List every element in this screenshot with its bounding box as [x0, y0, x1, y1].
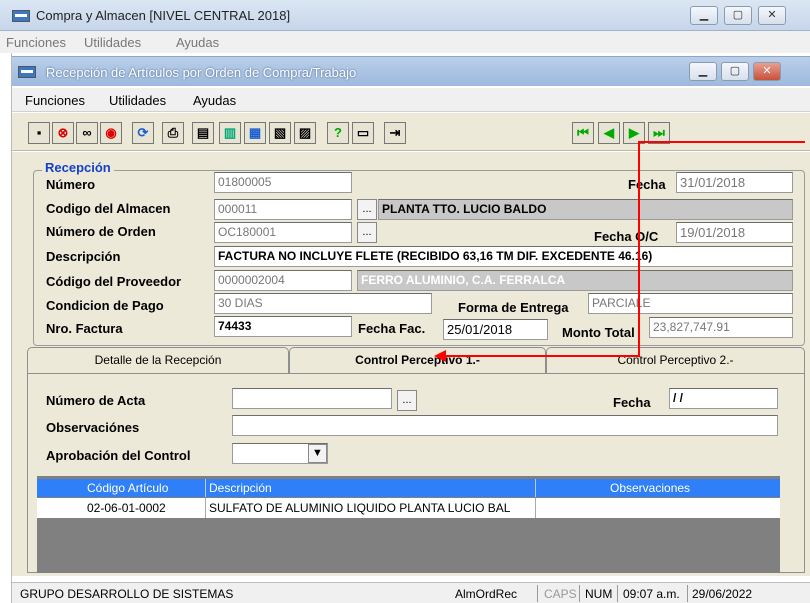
aprob-label: Aprobación del Control [46, 448, 191, 463]
fecha-fac-label: Fecha Fac. [358, 321, 426, 336]
menu-funciones[interactable]: Funciones [25, 93, 85, 108]
articles-grid: Código Artículo Descripción Observacione… [37, 476, 780, 573]
numero-label: Número [46, 177, 96, 192]
almacen-code-field[interactable]: 000011 [214, 199, 352, 220]
obs-field[interactable] [232, 415, 778, 436]
acta-field[interactable] [232, 388, 392, 409]
status-time: 09:07 a.m. [623, 587, 680, 601]
outer-title-bar: Compra y Almacen [NIVEL CENTRAL 2018] ▁ … [0, 0, 810, 31]
inner-menu-bar: Funciones Utilidades Ayudas [12, 88, 810, 112]
control-fecha-field[interactable]: / / [669, 388, 778, 409]
orden-lookup-button[interactable]: ... [357, 222, 377, 243]
control-fecha-label: Fecha [613, 395, 651, 410]
outer-menu-utilidades[interactable]: Utilidades [84, 35, 141, 50]
factura-field[interactable]: 74433 [214, 316, 352, 337]
status-bar: GRUPO DESARROLLO DE SISTEMAS AlmOrdRec C… [12, 582, 810, 603]
table-icon[interactable]: ▦ [244, 122, 266, 144]
outer-menu-ayudas[interactable]: Ayudas [176, 35, 219, 50]
factura-label: Nro. Factura [46, 321, 123, 336]
inner-minimize-button[interactable]: ▁ [689, 62, 717, 81]
row-codigo: 02-06-01-0002 [87, 501, 166, 515]
status-module: AlmOrdRec [455, 587, 518, 601]
menu-ayudas[interactable]: Ayudas [193, 93, 236, 108]
inner-title-bar: Recepción de Artículos por Orden de Comp… [12, 56, 810, 86]
almacen-label: Codigo del Almacen [46, 201, 171, 216]
tab-detalle[interactable]: Detalle de la Recepción [27, 347, 289, 374]
outer-menu-bar: Funciones Utilidades Ayudas [0, 31, 810, 53]
annotation-arrow [434, 141, 805, 362]
save-icon[interactable]: ▪ [28, 122, 50, 144]
status-company: GRUPO DESARROLLO DE SISTEMAS [20, 587, 234, 601]
proveedor-code-field[interactable]: 0000002004 [214, 270, 352, 291]
calculator-icon[interactable]: ▥ [219, 122, 241, 144]
menu-utilidades[interactable]: Utilidades [109, 93, 166, 108]
inner-window-title: Recepción de Artículos por Orden de Comp… [46, 65, 357, 80]
help-icon[interactable]: ? [327, 122, 349, 144]
status-caps: CAPS [544, 587, 577, 601]
orden-label: Número de Orden [46, 224, 156, 239]
orden-field[interactable]: OC180001 [214, 222, 352, 243]
acta-label: Número de Acta [46, 393, 146, 408]
refresh-icon[interactable]: ⟳ [132, 122, 154, 144]
outer-maximize-button[interactable]: ▢ [724, 6, 752, 25]
outer-close-button[interactable]: ✕ [758, 6, 786, 25]
form-icon [18, 66, 36, 78]
outer-minimize-button[interactable]: ▁ [690, 6, 718, 25]
cancel-icon[interactable]: ⊗ [52, 122, 74, 144]
inner-close-button[interactable]: ✕ [753, 62, 781, 81]
pago-field[interactable]: 30 DIAS [214, 293, 432, 314]
print-preview-icon[interactable]: ▤ [192, 122, 214, 144]
recepcion-legend: Recepción [42, 160, 114, 175]
inner-maximize-button[interactable]: ▢ [721, 62, 749, 81]
numero-field[interactable]: 01800005 [214, 172, 352, 193]
header-descripcion[interactable]: Descripción [209, 481, 272, 495]
row-descripcion: SULFATO DE ALUMINIO LIQUIDO PLANTA LUCIO… [209, 501, 511, 515]
app-icon [12, 10, 30, 22]
obs-label: Observaciónes [46, 420, 140, 435]
outer-window-title: Compra y Almacen [NIVEL CENTRAL 2018] [36, 8, 291, 23]
monitor-icon[interactable]: ▭ [352, 122, 374, 144]
outer-menu-funciones[interactable]: Funciones [6, 35, 66, 50]
table-row[interactable]: 02-06-01-0002 SULFATO DE ALUMINIO LIQUID… [37, 498, 780, 518]
report-icon[interactable]: ▧ [269, 122, 291, 144]
print-icon[interactable]: ⎙ [162, 122, 184, 144]
search-record-icon[interactable]: ◉ [100, 122, 122, 144]
descripcion-label: Descripción [46, 249, 121, 264]
chevron-down-icon[interactable]: ▼ [308, 444, 327, 463]
header-codigo[interactable]: Código Artículo [87, 481, 168, 495]
grid-header: Código Artículo Descripción Observacione… [37, 479, 780, 497]
proveedor-label: Código del Proveedor [46, 274, 182, 289]
pago-label: Condicion de Pago [46, 298, 164, 313]
status-date: 29/06/2022 [692, 587, 753, 601]
form-view-icon[interactable]: ▨ [294, 122, 316, 144]
header-observaciones[interactable]: Observaciones [610, 481, 690, 495]
almacen-lookup-button[interactable]: ... [357, 199, 377, 220]
binoculars-icon[interactable]: ∞ [76, 122, 98, 144]
acta-lookup-button[interactable]: ... [397, 390, 417, 411]
exit-icon[interactable]: ⇥ [384, 122, 406, 144]
status-num: NUM [585, 587, 613, 601]
mdi-left-edge [0, 53, 12, 603]
